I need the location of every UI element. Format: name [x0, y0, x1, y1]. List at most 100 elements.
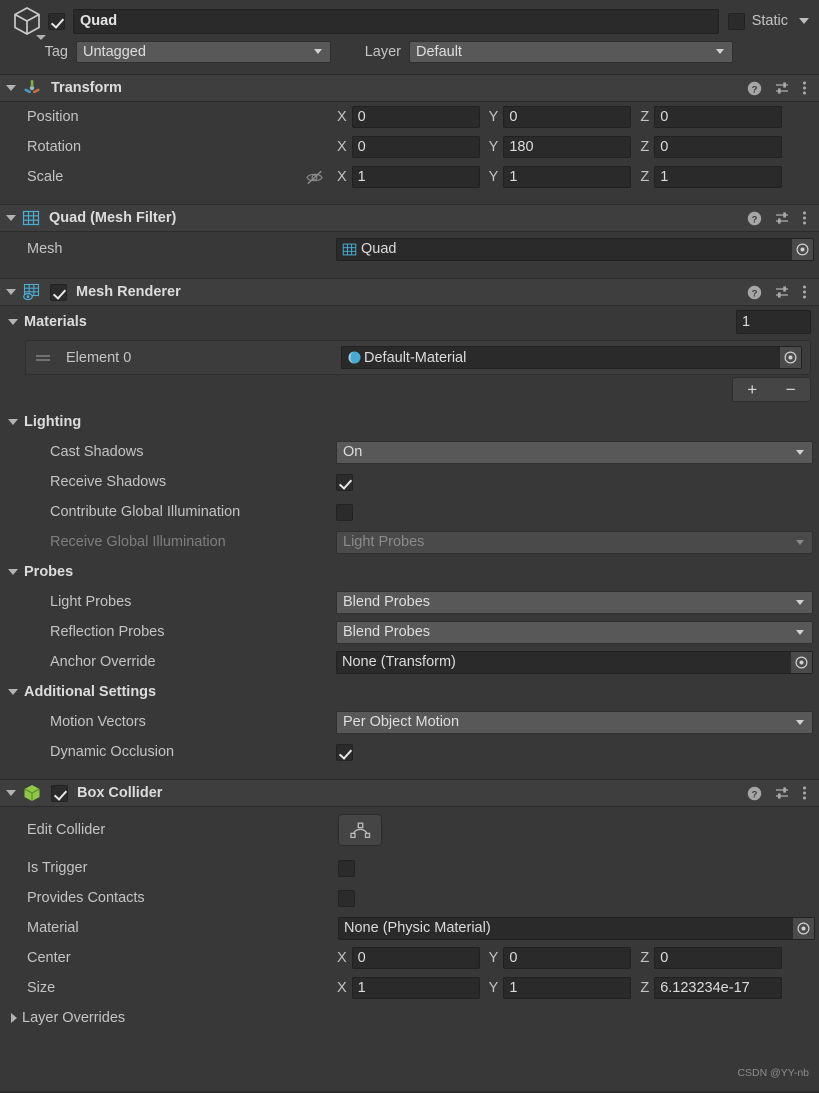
position-z-input[interactable]: 0 [654, 106, 783, 128]
anchor-override-label: Anchor Override [50, 654, 156, 670]
receive-gi-row: Receive Global Illumination Light Probes [0, 527, 819, 557]
is-trigger-label: Is Trigger [27, 860, 88, 876]
static-checkbox[interactable] [727, 12, 745, 30]
mesh-renderer-enabled-checkbox[interactable] [50, 283, 67, 301]
rotation-z-axis-label: Z [640, 139, 650, 155]
additional-settings-foldout-toggle[interactable] [8, 689, 18, 695]
help-icon[interactable]: ? [747, 211, 762, 226]
contribute-gi-checkbox[interactable] [336, 503, 353, 521]
mesh-value: Quad [361, 241, 397, 257]
center-x-input[interactable]: 0 [351, 947, 480, 969]
help-icon[interactable]: ? [747, 81, 762, 96]
receive-gi-dropdown: Light Probes [336, 530, 813, 554]
more-options-icon[interactable] [802, 284, 807, 300]
static-dropdown-icon[interactable] [799, 18, 809, 24]
gameobject-enabled-checkbox[interactable] [48, 12, 65, 30]
preset-settings-icon[interactable] [774, 785, 790, 801]
scale-y-input[interactable]: 1 [503, 166, 632, 188]
preset-settings-icon[interactable] [774, 210, 790, 226]
rotation-x-input[interactable]: 0 [351, 136, 480, 158]
scale-x-input[interactable]: 1 [351, 166, 480, 188]
collider-material-object-field[interactable]: None (Physic Material) [338, 916, 815, 940]
layer-dropdown[interactable]: Default [409, 40, 733, 63]
scale-z-input[interactable]: 1 [654, 166, 783, 188]
mesh-renderer-foldout-toggle[interactable] [6, 289, 16, 295]
box-collider-icon [22, 783, 42, 803]
position-y-input[interactable]: 0 [503, 106, 632, 128]
mesh-object-picker-icon[interactable] [792, 238, 813, 260]
material-object-picker-icon[interactable] [780, 347, 801, 368]
provides-contacts-checkbox[interactable] [338, 889, 355, 907]
probes-section-header[interactable]: Probes [0, 557, 819, 587]
rotation-z-input[interactable]: 0 [654, 136, 783, 158]
size-y-input[interactable]: 1 [503, 977, 632, 999]
edit-collider-button[interactable] [338, 814, 382, 846]
box-collider-enabled-checkbox[interactable] [51, 784, 68, 802]
rotation-x-value: 0 [357, 139, 366, 155]
collider-center-row: Center X 0 Y 0 Z 0 [0, 943, 819, 973]
center-z-value: 0 [660, 950, 669, 966]
position-z-value: 0 [660, 109, 669, 125]
constrain-proportions-off-icon[interactable] [305, 168, 337, 187]
materials-foldout-toggle[interactable] [8, 319, 18, 325]
more-options-icon[interactable] [802, 210, 807, 226]
size-x-input[interactable]: 1 [351, 977, 480, 999]
layer-overrides-section-header[interactable]: Layer Overrides [0, 1003, 819, 1033]
probes-foldout-toggle[interactable] [8, 569, 18, 575]
lighting-section-header[interactable]: Lighting [0, 407, 819, 437]
preset-settings-icon[interactable] [774, 80, 790, 96]
help-icon[interactable]: ? [747, 786, 762, 801]
box-collider-title: Box Collider [77, 785, 163, 801]
motion-vectors-dropdown[interactable]: Per Object Motion [336, 710, 813, 734]
size-z-input[interactable]: 6.123234e-17 [654, 977, 783, 999]
material-element-label: Element 0 [66, 349, 132, 366]
is-trigger-checkbox[interactable] [338, 859, 355, 877]
materials-add-button[interactable]: + [747, 380, 757, 400]
preset-settings-icon[interactable] [774, 284, 790, 300]
mesh-label: Mesh [27, 241, 63, 257]
reflection-probes-dropdown[interactable]: Blend Probes [336, 620, 813, 644]
component-header-box-collider[interactable]: Box Collider ? [0, 779, 819, 807]
dynamic-occlusion-checkbox[interactable] [336, 743, 353, 761]
more-options-icon[interactable] [802, 785, 807, 801]
anchor-object-picker-icon[interactable] [791, 651, 812, 673]
more-options-icon[interactable] [802, 80, 807, 96]
cube-icon[interactable] [10, 4, 48, 40]
receive-shadows-checkbox[interactable] [336, 473, 353, 491]
edit-collider-label: Edit Collider [27, 822, 106, 838]
anchor-override-object-field[interactable]: None (Transform) [336, 650, 813, 674]
receive-shadows-label: Receive Shadows [50, 474, 167, 490]
rotation-x-axis-label: X [337, 139, 347, 155]
transform-scale-row: Scale X 1 Y 1 Z 1 [0, 162, 819, 192]
mesh-object-field[interactable]: Quad [336, 237, 814, 261]
tag-dropdown[interactable]: Untagged [76, 40, 331, 63]
component-header-mesh-filter[interactable]: Quad (Mesh Filter) ? [0, 204, 819, 232]
material-element-object-field[interactable]: Default-Material [341, 346, 802, 369]
component-header-mesh-renderer[interactable]: Mesh Renderer ? [0, 278, 819, 306]
center-z-axis-label: Z [640, 950, 650, 966]
size-y-axis-label: Y [488, 980, 499, 996]
center-y-input[interactable]: 0 [503, 947, 632, 969]
lighting-foldout-toggle[interactable] [8, 419, 18, 425]
gameobject-name-input[interactable]: Quad [73, 8, 719, 34]
materials-size-input[interactable]: 1 [736, 310, 811, 334]
collider-material-picker-icon[interactable] [793, 917, 814, 939]
materials-remove-button[interactable]: − [786, 380, 796, 400]
watermark: CSDN @YY-nb [737, 1067, 809, 1079]
position-x-input[interactable]: 0 [351, 106, 480, 128]
materials-section-header[interactable]: Materials 1 [0, 306, 819, 338]
mesh-filter-foldout-toggle[interactable] [6, 215, 16, 221]
box-collider-foldout-toggle[interactable] [6, 790, 16, 796]
layer-overrides-foldout-toggle[interactable] [11, 1013, 17, 1023]
help-icon[interactable]: ? [747, 285, 762, 300]
transform-foldout-toggle[interactable] [6, 85, 16, 91]
chevron-down-icon [796, 539, 804, 545]
cast-shadows-dropdown[interactable]: On [336, 440, 813, 464]
additional-settings-section-header[interactable]: Additional Settings [0, 677, 819, 707]
light-probes-dropdown[interactable]: Blend Probes [336, 590, 813, 614]
collider-material-value: None (Physic Material) [344, 920, 491, 936]
drag-handle-icon[interactable] [34, 352, 52, 364]
rotation-y-input[interactable]: 180 [503, 136, 632, 158]
component-header-transform[interactable]: Transform ? [0, 74, 819, 102]
center-z-input[interactable]: 0 [654, 947, 783, 969]
